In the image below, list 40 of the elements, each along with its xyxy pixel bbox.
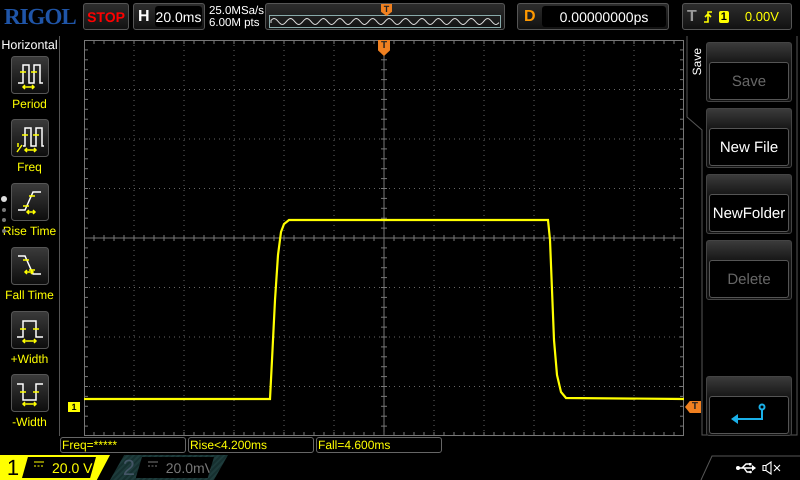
measure-button[interactable]: Fall Time <box>0 246 60 309</box>
trigger-label: T <box>687 8 697 26</box>
timebase-label: H <box>138 8 151 26</box>
measure-button[interactable]: Freq <box>0 119 60 182</box>
menu-button[interactable]: New File <box>706 108 792 168</box>
measurement-readout: Rise<4.200ms <box>188 437 314 453</box>
brand-logo: RIGOL <box>4 4 77 30</box>
square-wave-icon <box>10 119 48 158</box>
timebase-value: 20.0ms <box>155 6 202 27</box>
sample-rate: 25.0MSa/s <box>209 4 263 16</box>
delay-display[interactable]: D 0.00000000ps <box>517 3 669 30</box>
square-wave-icon <box>10 56 48 94</box>
trigger-level-marker: T <box>685 401 701 413</box>
run-stop-button[interactable]: STOP <box>83 3 129 30</box>
menu-title: Horizontal <box>1 38 58 54</box>
channel-marker: 1 <box>68 402 80 412</box>
dc-coupling-icon <box>34 461 44 467</box>
trigger-display[interactable]: T 1 0.00V <box>682 3 792 30</box>
dc-coupling-icon <box>148 461 158 467</box>
back-button[interactable] <box>706 376 792 436</box>
menu-title: Save <box>690 48 704 76</box>
falling-edge-icon <box>10 246 48 285</box>
delay-value: 0.00000000ps <box>542 6 666 27</box>
measure-button[interactable]: +Width <box>0 310 60 372</box>
negative-pulse-icon <box>10 374 48 412</box>
trigger-position-marker: T <box>381 4 392 16</box>
measure-button[interactable]: Period <box>0 56 60 118</box>
measurement-readout: Fall=4.600ms <box>316 437 442 453</box>
rising-edge-icon <box>10 183 48 222</box>
rising-edge-icon <box>702 10 713 24</box>
measure-button[interactable]: -Width <box>0 374 60 436</box>
memory-depth: 6.00M pts <box>209 16 260 28</box>
trigger-source-badge: 1 <box>718 10 729 22</box>
channel-button[interactable]: 1 20.0 V <box>0 455 110 480</box>
timebase-display[interactable]: H 20.0ms <box>133 3 205 30</box>
measurement-readout: Freq=***** <box>60 437 186 453</box>
positive-pulse-icon <box>10 310 48 349</box>
menu-button[interactable]: NewFolder <box>706 174 792 234</box>
delay-label: D <box>524 8 537 26</box>
trigger-level: 0.00V <box>744 9 779 24</box>
